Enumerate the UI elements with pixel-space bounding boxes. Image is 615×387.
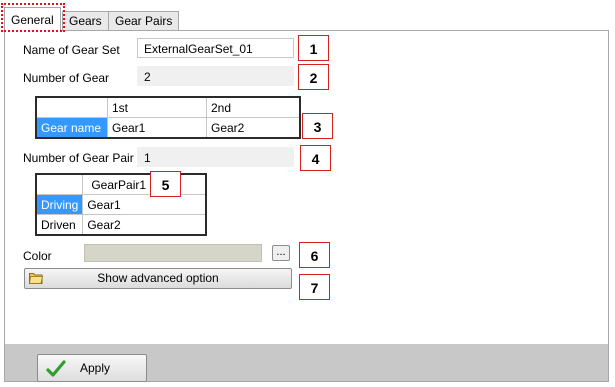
- gear-table-col-2nd: 2nd: [206, 96, 301, 118]
- gear-pair-table-col-pair1: GearPair1: [82, 173, 207, 195]
- show-advanced-option-button[interactable]: Show advanced option: [24, 268, 292, 289]
- gear-table-corner: [35, 96, 108, 118]
- color-browse-button[interactable]: ...: [272, 245, 290, 261]
- table-row[interactable]: Driven Gear2: [35, 214, 207, 236]
- apply-label: Apply: [80, 361, 111, 375]
- callout-6: 6: [299, 242, 330, 268]
- gear-set-name-input[interactable]: ExternalGearSet_01: [137, 38, 294, 58]
- callout-5: 5: [150, 171, 181, 197]
- gear-table: 1st 2nd Gear name Gear1 Gear2: [35, 96, 301, 139]
- callout-7: 7: [299, 274, 330, 300]
- gear-set-name-label: Name of Gear Set: [23, 43, 120, 57]
- callout-2: 2: [298, 64, 329, 90]
- gear-table-col-1st: 1st: [107, 96, 207, 118]
- color-swatch[interactable]: [84, 244, 262, 262]
- tab-general[interactable]: General: [4, 7, 61, 32]
- gear-pair-table: GearPair1 Driving Gear1 Driven Gear2: [35, 173, 207, 236]
- number-of-gear-pair-label: Number of Gear Pair: [23, 151, 134, 165]
- driven-row-header[interactable]: Driven: [35, 214, 84, 236]
- driven-cell[interactable]: Gear2: [82, 214, 207, 236]
- checkmark-icon: [46, 360, 66, 377]
- gear-name-cell-1[interactable]: Gear1: [107, 117, 207, 139]
- gear-name-cell-2[interactable]: Gear2: [206, 117, 301, 139]
- show-advanced-option-label: Show advanced option: [97, 271, 219, 285]
- number-of-gear-value: 2: [137, 66, 294, 86]
- number-of-gear-label: Number of Gear: [23, 71, 110, 85]
- tab-gear-pairs[interactable]: Gear Pairs: [108, 11, 180, 31]
- number-of-gear-pair-value: 1: [137, 147, 294, 167]
- driving-row-header[interactable]: Driving: [35, 194, 84, 215]
- gear-pair-table-corner: [35, 173, 84, 195]
- driving-cell[interactable]: Gear1: [82, 194, 207, 215]
- table-row[interactable]: Driving Gear1: [35, 194, 207, 215]
- callout-1: 1: [298, 35, 329, 61]
- tab-gears[interactable]: Gears: [62, 11, 109, 31]
- callout-4: 4: [300, 145, 331, 171]
- callout-3: 3: [302, 113, 333, 139]
- table-row[interactable]: Gear name Gear1 Gear2: [35, 117, 301, 139]
- color-label: Color: [23, 249, 52, 263]
- gear-table-header-row: 1st 2nd: [35, 96, 301, 118]
- gear-name-row-header[interactable]: Gear name: [35, 117, 108, 139]
- apply-button[interactable]: Apply: [37, 354, 147, 382]
